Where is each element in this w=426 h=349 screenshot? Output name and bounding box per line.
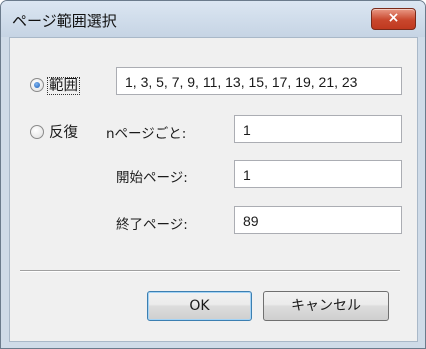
close-icon: × [387, 10, 400, 26]
repeat-radio[interactable] [30, 125, 44, 139]
start-page-label: 開始ページ: [116, 170, 188, 186]
window-title: ページ範囲選択 [12, 12, 117, 30]
ok-button[interactable]: OK [147, 291, 252, 321]
divider [20, 270, 400, 272]
start-page-input[interactable]: 1 [234, 160, 402, 188]
range-input[interactable]: 1, 3, 5, 7, 9, 11, 13, 15, 17, 19, 21, 2… [116, 67, 402, 95]
title-bar[interactable]: ページ範囲選択 × [1, 1, 425, 37]
range-radio-label[interactable]: 範囲 [47, 74, 80, 95]
every-n-pages-label: nページごと: [106, 126, 187, 142]
dialog-window: ページ範囲選択 × 範囲 1, 3, 5, 7, 9, 11, 13, 15, … [0, 0, 426, 349]
repeat-radio-label[interactable]: 反復 [49, 121, 78, 142]
end-page-input[interactable]: 89 [234, 206, 402, 234]
cancel-button[interactable]: キャンセル [263, 291, 389, 321]
close-button[interactable]: × [371, 8, 416, 30]
range-radio[interactable] [30, 78, 44, 92]
end-page-label: 終了ページ: [116, 217, 188, 233]
every-n-pages-input[interactable]: 1 [234, 115, 402, 143]
